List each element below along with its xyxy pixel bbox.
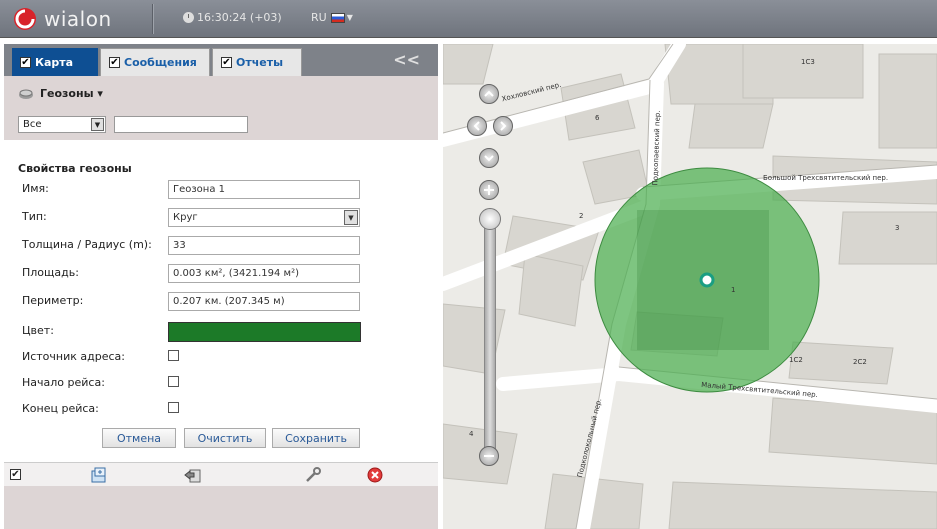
geozones-menu-caret: ▾ <box>93 86 103 100</box>
color-label: Цвет: <box>22 324 54 337</box>
save-button[interactable]: Сохранить <box>272 428 360 448</box>
geozone-search-input[interactable] <box>114 116 248 133</box>
zoom-in-button[interactable] <box>479 180 499 200</box>
building-number: 3 <box>895 224 900 232</box>
address-source-label: Источник адреса: <box>22 350 125 363</box>
pan-down-button[interactable] <box>479 148 499 168</box>
select-all-checkbox[interactable]: ✔ <box>10 469 21 480</box>
building-number: 1 <box>731 286 736 294</box>
geozones-header[interactable]: Геозоны ▾ <box>4 76 438 110</box>
tab-map-checkbox[interactable]: ✔ <box>20 56 31 68</box>
header-separator <box>152 4 153 34</box>
pan-left-button[interactable] <box>467 116 487 136</box>
color-picker[interactable] <box>168 322 361 342</box>
clock-icon <box>183 12 194 23</box>
pan-right-button[interactable] <box>493 116 513 136</box>
name-label: Имя: <box>22 182 49 195</box>
tab-reports-checkbox[interactable]: ✔ <box>221 57 232 68</box>
chevron-down-icon: ▼ <box>91 118 104 131</box>
cancel-button[interactable]: Отмена <box>102 428 176 448</box>
language-code: RU <box>311 11 327 24</box>
type-select-value: Круг <box>173 212 198 223</box>
chevron-down-icon: ▼ <box>344 210 358 225</box>
radius-label: Толщина / Радиус (m): <box>22 238 152 251</box>
street-label-bolshoy: Большой Трехсвятительский пер. <box>763 174 889 182</box>
chevron-right-icon <box>500 121 507 131</box>
top-bar: wialon 16:30:24 (+03) RU ▼ <box>0 0 937 38</box>
perimeter-field: 0.207 км. (207.345 м) <box>168 292 360 311</box>
trip-end-label: Конец рейса: <box>22 402 99 415</box>
wrench-icon[interactable] <box>304 466 322 484</box>
geozone-center-marker <box>699 272 715 288</box>
area-field: 0.003 км², (3421.194 м²) <box>168 264 360 283</box>
server-time: 16:30:24 (+03) <box>183 11 282 24</box>
chevron-down-icon: ▼ <box>346 13 353 22</box>
clear-button[interactable]: Очистить <box>184 428 266 448</box>
tab-messages[interactable]: ✔ Сообщения <box>100 48 210 76</box>
geozone-filter-select-value: Все <box>23 119 42 130</box>
time-text: 16:30:24 (+03) <box>197 11 282 24</box>
area-label: Площадь: <box>22 266 79 279</box>
type-label: Тип: <box>22 210 47 223</box>
import-export-icon[interactable] <box>184 466 202 484</box>
logo-text: wialon <box>44 7 112 31</box>
tab-messages-label: Сообщения <box>124 56 197 69</box>
radius-field[interactable]: 33 <box>168 236 360 255</box>
building-number: 6 <box>595 114 600 122</box>
building-number: 2 <box>579 212 584 220</box>
wialon-logo-icon <box>14 8 36 30</box>
zoom-slider-track[interactable] <box>484 216 496 454</box>
trip-end-checkbox[interactable] <box>168 402 179 413</box>
tab-bar: ✔ Карта ✔ Сообщения ✔ Отчеты << <box>4 44 438 76</box>
zoom-slider-handle[interactable] <box>479 208 501 230</box>
building-number: 2С2 <box>853 358 867 366</box>
tab-reports-label: Отчеты <box>236 56 284 69</box>
tab-reports[interactable]: ✔ Отчеты <box>212 48 302 76</box>
building-number: 1С3 <box>801 58 815 66</box>
chevron-left-icon <box>473 121 480 131</box>
delete-icon[interactable] <box>366 466 384 484</box>
chevron-down-icon <box>484 155 494 162</box>
plus-icon <box>484 185 494 195</box>
geozones-title: Геозоны <box>40 86 94 100</box>
building-number: 1С2 <box>789 356 803 364</box>
name-field[interactable]: Геозона 1 <box>168 180 360 199</box>
language-selector[interactable]: RU ▼ <box>311 11 353 24</box>
map-view[interactable]: Большой Трехсвятительский пер. Малый Тре… <box>443 44 937 529</box>
russia-flag-icon <box>330 12 345 23</box>
tab-messages-checkbox[interactable]: ✔ <box>109 57 120 68</box>
map-canvas[interactable] <box>443 44 937 529</box>
geozone-properties-title: Свойства геозоны <box>18 162 132 175</box>
panel-footer <box>4 486 438 529</box>
chevron-up-icon <box>484 90 494 97</box>
new-geozone-icon[interactable] <box>90 466 108 484</box>
collapse-panel-button[interactable]: << <box>393 50 420 69</box>
address-source-checkbox[interactable] <box>168 350 179 361</box>
geozone-filter-select[interactable]: Все ▼ <box>18 116 106 133</box>
logo[interactable]: wialon <box>12 6 112 32</box>
geozone-icon <box>19 89 33 99</box>
tab-map[interactable]: ✔ Карта <box>12 48 98 76</box>
pan-up-button[interactable] <box>479 84 499 104</box>
zoom-out-button[interactable] <box>479 446 499 466</box>
tab-map-label: Карта <box>35 55 74 69</box>
building-number: 4 <box>469 430 474 438</box>
type-select[interactable]: Круг ▼ <box>168 208 360 227</box>
left-panel: ✔ Карта ✔ Сообщения ✔ Отчеты << Геозоны … <box>4 44 438 529</box>
trip-start-checkbox[interactable] <box>168 376 179 387</box>
geozone-filter-row: Все ▼ <box>4 110 438 140</box>
geozone-toolbar: ✔ <box>4 462 438 486</box>
minus-icon <box>484 455 494 457</box>
perimeter-label: Периметр: <box>22 294 84 307</box>
trip-start-label: Начало рейса: <box>22 376 105 389</box>
